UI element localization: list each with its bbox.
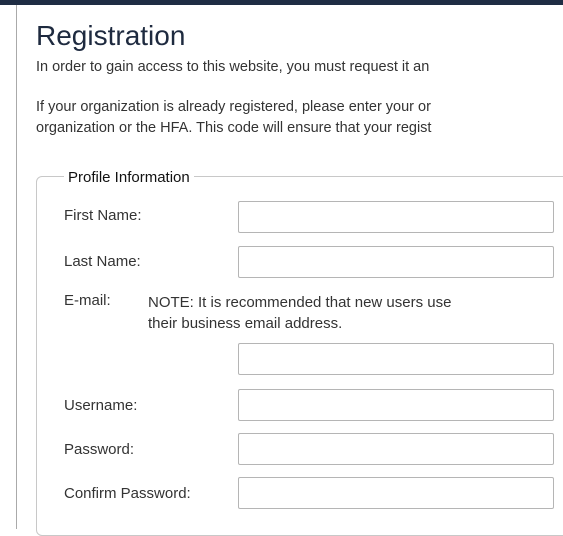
left-border [16, 5, 17, 529]
intro-text: In order to gain access to this website,… [36, 59, 430, 75]
email-note: NOTE: It is recommended that new users u… [148, 292, 451, 334]
first-name-input[interactable] [238, 201, 554, 233]
page-title: Registration [36, 20, 186, 51]
profile-legend: Profile Information [64, 169, 194, 186]
password-label: Password: [64, 441, 135, 458]
email-note-line-1: NOTE: It is recommended that new users u… [148, 294, 452, 311]
password-input[interactable] [238, 433, 554, 465]
confirm-password-label: Confirm Password: [64, 485, 191, 502]
email-input[interactable] [238, 343, 554, 375]
username-label: Username: [64, 397, 138, 414]
last-name-input[interactable] [238, 246, 554, 278]
confirm-password-input[interactable] [238, 477, 554, 509]
last-name-label: Last Name: [64, 253, 141, 270]
username-input[interactable] [238, 389, 554, 421]
first-name-label: First Name: [64, 207, 142, 224]
org-text-line-2: organization or the HFA. This code will … [36, 120, 432, 136]
org-text-line-1: If your organization is already register… [36, 99, 431, 115]
top-border [0, 0, 563, 5]
email-note-line-2: their business email address. [148, 315, 343, 332]
email-label: E-mail: [64, 292, 111, 309]
